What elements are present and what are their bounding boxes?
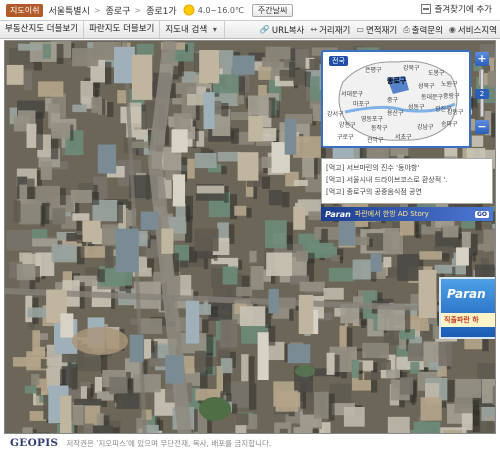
realestate-map-button[interactable]: 부동산지도 더블보기 <box>0 21 85 38</box>
measure-distance-label: 거리재기 <box>319 25 351 36</box>
chevron-down-icon: ▾ <box>212 25 217 34</box>
site-logo-tag[interactable]: 지도이쉬 <box>6 3 44 17</box>
district-label[interactable]: 서대문구 <box>341 89 363 98</box>
district-label[interactable]: 중랑구 <box>443 91 460 100</box>
add-favorite-label: 즐겨찾기에 추가 <box>434 5 492 15</box>
measure-distance-button[interactable]: ↔ 거리재기 <box>307 24 353 36</box>
billboard-strip-text: 직출파란 하 <box>441 313 495 327</box>
district-label[interactable]: 서초구 <box>395 132 412 141</box>
breadcrumb-neighborhood[interactable]: 종로1가 <box>146 4 177 17</box>
service-area-label: 서비스지역 <box>457 25 497 36</box>
district-label[interactable]: 강북구 <box>403 63 420 72</box>
ruler-icon: ↔ <box>310 25 318 34</box>
district-label[interactable]: 구로구 <box>337 132 354 141</box>
district-label[interactable]: 노원구 <box>441 79 458 88</box>
paran-logo: Paran <box>325 209 351 219</box>
district-label[interactable]: 강남구 <box>417 122 434 131</box>
breadcrumb-separator-icon: > <box>93 5 101 15</box>
district-label-selected[interactable]: 종로구 <box>387 76 406 86</box>
zoom-level-handle[interactable]: 2 <box>475 89 489 99</box>
zoom-control: + 2 − <box>475 52 489 142</box>
temperature-range: 4.0~16.0℃ <box>197 5 244 15</box>
paran-slogan: 파란에서 한방 AD Story <box>354 210 429 218</box>
district-label[interactable]: 동작구 <box>371 123 388 132</box>
breadcrumb-separator-icon: > <box>134 5 142 15</box>
bookmark-icon <box>420 4 431 14</box>
district-label[interactable]: 강서구 <box>327 109 344 118</box>
billboard-brand: Paran <box>447 287 486 301</box>
measure-area-label: 면적재기 <box>365 25 398 36</box>
zoom-in-button[interactable]: + <box>475 52 489 66</box>
district-label[interactable]: 마포구 <box>353 99 370 108</box>
district-label[interactable]: 관악구 <box>367 135 384 144</box>
copyright-notice: 저작권은 '지오피스'에 있으며 무단전재, 복사, 배포를 금지합니다. <box>66 438 272 448</box>
add-favorite-link[interactable]: 즐겨찾기에 추가 <box>420 3 492 15</box>
copy-url-button[interactable]: 🔗 URL복사 <box>257 24 307 36</box>
header-bar: 지도이쉬 서울특별시 > 종로구 > 종로1가 4.0~16.0℃ 주간날씨 즐… <box>0 0 500 20</box>
news-link[interactable]: [먹고] 서브마린의 진수 '동야항' <box>326 162 488 174</box>
paran-go-button[interactable]: GO <box>474 210 489 218</box>
district-label[interactable]: 송파구 <box>441 119 458 128</box>
district-label[interactable]: 양천구 <box>339 120 356 129</box>
zoom-slider[interactable]: 2 <box>475 69 489 117</box>
area-icon: ▭ <box>356 25 364 34</box>
weekly-weather-button[interactable]: 주간날씨 <box>251 3 294 17</box>
district-label[interactable]: 도봉구 <box>428 68 445 77</box>
print-inquiry-button[interactable]: ⎙ 출력문의 <box>400 24 446 36</box>
district-label[interactable]: 중구 <box>387 95 398 104</box>
district-label[interactable]: 성북구 <box>418 81 435 90</box>
local-news-panel: [먹고] 서브마린의 진수 '동야항' [먹고] 서울시내 드라이브코스로 환상… <box>321 158 493 204</box>
print-inquiry-label: 출력문의 <box>411 25 443 36</box>
district-label[interactable]: 은평구 <box>365 65 382 74</box>
service-area-button[interactable]: ◉ 서비스지역 <box>446 24 500 36</box>
footer: GEOPIS 저작권은 '지오피스'에 있으며 무단전재, 복사, 배포를 금지… <box>0 434 500 452</box>
geopis-logo[interactable]: GEOPIS <box>10 437 58 449</box>
map-search-dropdown[interactable]: 지도내 검색 ▾ <box>160 21 225 38</box>
link-icon: 🔗 <box>259 25 270 34</box>
map-search-label: 지도내 검색 <box>165 25 208 35</box>
printer-icon: ⎙ <box>403 24 410 34</box>
paran-map-button[interactable]: 파란지도 더블보기 <box>84 21 161 38</box>
map-toolbar: 부동산지도 더블보기 파란지도 더블보기 지도내 검색 ▾ 🔗 URL복사 ↔ … <box>0 20 500 39</box>
copy-url-label: URL복사 <box>271 25 305 36</box>
aerial-map[interactable]: 전국 은평구 강북구 도봉구 노원구 종로구 성북구 중랑구 서대문구 동대문구… <box>4 40 496 434</box>
paran-ad-banner[interactable]: Paran 파란에서 한방 AD Story GO <box>321 207 493 221</box>
overview-minimap[interactable]: 전국 은평구 강북구 도봉구 노원구 종로구 성북구 중랑구 서대문구 동대문구… <box>321 50 471 148</box>
district-label[interactable]: 강동구 <box>447 107 464 116</box>
measure-area-button[interactable]: ▭ 면적재기 <box>353 24 400 36</box>
district-label[interactable]: 용산구 <box>387 108 404 117</box>
zoom-out-button[interactable]: − <box>475 120 489 134</box>
sun-icon <box>182 4 195 16</box>
district-label[interactable]: 성동구 <box>408 102 425 111</box>
globe-icon: ◉ <box>448 25 456 34</box>
news-link[interactable]: [먹고] 서울시내 드라이브코스로 환상적 '. <box>326 174 488 186</box>
breadcrumb-city[interactable]: 서울특별시 <box>48 4 89 17</box>
district-label[interactable]: 영등포구 <box>361 114 383 123</box>
district-label[interactable]: 동대문구 <box>421 92 443 101</box>
billboard-ad[interactable]: Paran 직출파란 하 <box>439 277 495 339</box>
breadcrumb-district[interactable]: 종로구 <box>106 4 131 17</box>
news-link[interactable]: [먹고] 종로구의 공중음식점 공연 <box>326 186 488 198</box>
